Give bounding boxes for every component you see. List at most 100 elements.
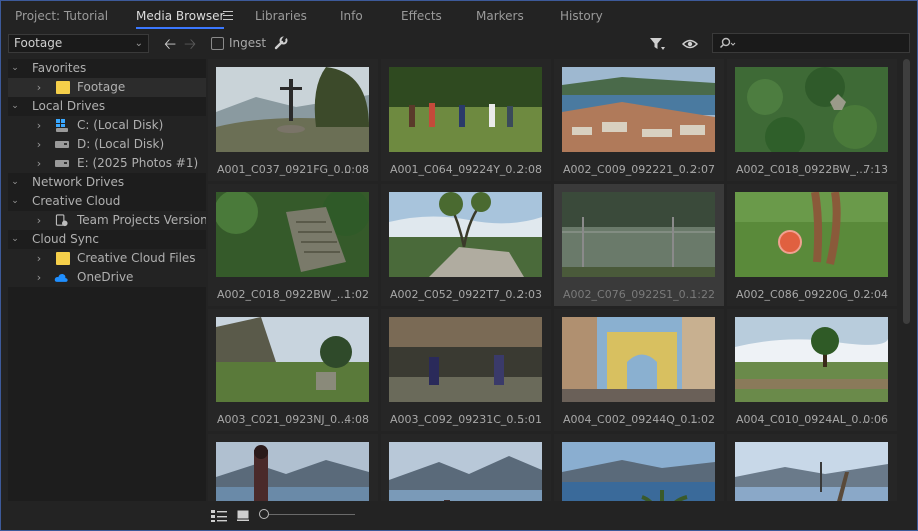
location-tree: ⌄ Favorites › Footage ⌄ Local Drives › C… [8, 59, 206, 501]
clip-preview-image[interactable] [735, 67, 888, 152]
tab-media-browser[interactable]: Media Browser [136, 1, 225, 31]
clip-thumbnail[interactable] [727, 434, 897, 501]
chevron-down-icon[interactable]: ⌄ [10, 173, 20, 192]
chevron-right-icon[interactable]: › [34, 249, 44, 268]
clip-preview-image[interactable] [389, 442, 542, 501]
chevron-down-icon[interactable]: ⌄ [10, 192, 20, 211]
clip-duration: 0:08 [344, 163, 369, 176]
tree-item-creative-cloud-files[interactable]: › Creative Cloud Files [8, 249, 206, 268]
tree-label: Team Projects Versions [77, 213, 206, 227]
chevron-right-icon[interactable]: › [34, 211, 44, 230]
windows-drive-icon [56, 119, 68, 132]
clip-preview-image[interactable] [216, 442, 369, 501]
clip-preview-image[interactable] [562, 192, 715, 277]
zoom-slider-handle[interactable] [259, 509, 269, 519]
clip-thumbnail[interactable]: A002_C018_0922BW_... 1:02 [208, 184, 378, 306]
clip-name: A001_C064_09224Y_0... [390, 163, 523, 176]
chevron-down-icon: ⌄ [134, 38, 143, 49]
tree-section-favorites[interactable]: ⌄ Favorites [8, 59, 206, 78]
tree-item-footage[interactable]: › Footage [8, 78, 206, 97]
clip-thumbnail[interactable]: A001_C037_0921FG_0... 0:08 [208, 59, 378, 181]
list-view-icon[interactable] [211, 510, 227, 522]
ingest-checkbox[interactable] [211, 37, 224, 50]
clip-name: A003_C092_09231C_0... [390, 413, 524, 426]
tree-item-e-drive[interactable]: › E: (2025 Photos #1) [8, 154, 206, 173]
tree-section-network-drives[interactable]: ⌄ Network Drives [8, 173, 206, 192]
tree-item-team-projects[interactable]: › Team Projects Versions [8, 211, 206, 230]
clip-thumbnail[interactable]: A002_C086_09220G_0... 2:04 [727, 184, 897, 306]
filter-icon[interactable] [649, 37, 665, 51]
tab-project[interactable]: Project: Tutorial [15, 1, 108, 31]
tree-section-local-drives[interactable]: ⌄ Local Drives [8, 97, 206, 116]
tree-label: OneDrive [77, 270, 134, 284]
forward-arrow-icon[interactable]: 🡢 [184, 34, 196, 54]
chevron-down-icon[interactable]: ⌄ [10, 59, 20, 78]
clip-thumbnail[interactable]: A002_C052_0922T7_0... 2:03 [381, 184, 551, 306]
clip-thumbnail[interactable]: A004_C002_09244Q_0... 1:02 [554, 309, 724, 431]
clip-thumbnail[interactable] [381, 434, 551, 501]
location-dropdown-value: Footage [14, 36, 63, 50]
chevron-right-icon[interactable]: › [34, 78, 44, 97]
icon-view-icon[interactable] [237, 510, 249, 521]
chevron-down-icon[interactable]: ⌄ [10, 230, 20, 249]
zoom-slider-track[interactable] [269, 514, 355, 515]
chevron-right-icon[interactable]: › [34, 154, 44, 173]
tree-item-c-drive[interactable]: › C: (Local Disk) [8, 116, 206, 135]
chevron-right-icon[interactable]: › [34, 268, 44, 287]
tree-section-cloud-sync[interactable]: ⌄ Cloud Sync [8, 230, 206, 249]
tab-libraries[interactable]: Libraries [255, 1, 307, 31]
tab-history[interactable]: History [560, 1, 603, 31]
tree-item-onedrive[interactable]: › OneDrive [8, 268, 206, 287]
location-dropdown[interactable]: Footage ⌄ [8, 34, 149, 53]
clip-preview-image[interactable] [735, 192, 888, 277]
search-input[interactable] [712, 33, 910, 53]
clip-preview-image[interactable] [216, 192, 369, 277]
clip-thumbnail[interactable]: A003_C092_09231C_0... 5:01 [381, 309, 551, 431]
clip-duration: 4:08 [344, 413, 369, 426]
search-icon [719, 37, 736, 49]
tree-label: Creative Cloud Files [77, 251, 196, 265]
tree-label: Creative Cloud [32, 194, 121, 208]
clip-name: A002_C009_092221_0... [563, 163, 697, 176]
clip-name: A002_C076_0922S1_0... [563, 288, 697, 301]
clip-name: A004_C010_0924AL_0... [736, 413, 869, 426]
clip-preview-image[interactable] [389, 317, 542, 402]
back-arrow-icon[interactable]: 🡠 [164, 34, 176, 54]
wrench-icon[interactable] [273, 35, 289, 51]
clip-duration: 1:02 [690, 413, 715, 426]
panel-menu-icon[interactable] [223, 11, 233, 21]
grid-scrollbar[interactable] [900, 59, 912, 501]
chevron-right-icon[interactable]: › [34, 135, 44, 154]
view-controls [1, 503, 917, 530]
clip-preview-image[interactable] [216, 67, 369, 152]
clip-preview-image[interactable] [389, 192, 542, 277]
clip-preview-image[interactable] [735, 317, 888, 402]
clip-preview-image[interactable] [216, 317, 369, 402]
tree-label: Cloud Sync [32, 232, 100, 246]
clip-preview-image[interactable] [562, 67, 715, 152]
clip-preview-image[interactable] [562, 442, 715, 501]
clip-name: A002_C052_0922T7_0... [390, 288, 523, 301]
clip-thumbnail[interactable] [208, 434, 378, 501]
clip-thumbnail[interactable]: A004_C010_0924AL_0... 0:06 [727, 309, 897, 431]
clip-thumbnail[interactable]: A003_C021_0923NJ_0... 4:08 [208, 309, 378, 431]
clip-thumbnail[interactable]: A002_C018_0922BW_... 7:13 [727, 59, 897, 181]
chevron-right-icon[interactable]: › [34, 116, 44, 135]
scrollbar-thumb[interactable] [903, 59, 910, 324]
tree-section-creative-cloud[interactable]: ⌄ Creative Cloud [8, 192, 206, 211]
clip-preview-image[interactable] [562, 317, 715, 402]
eye-icon[interactable] [682, 39, 698, 49]
tab-effects[interactable]: Effects [401, 1, 442, 31]
chevron-down-icon[interactable]: ⌄ [10, 97, 20, 116]
clip-name: A002_C086_09220G_0... [736, 288, 871, 301]
clip-duration: 1:22 [690, 288, 715, 301]
clip-thumbnail[interactable]: A002_C009_092221_0... 2:07 [554, 59, 724, 181]
tab-info[interactable]: Info [340, 1, 363, 31]
clip-preview-image[interactable] [389, 67, 542, 152]
tree-item-d-drive[interactable]: › D: (Local Disk) [8, 135, 206, 154]
clip-thumbnail[interactable] [554, 434, 724, 501]
clip-thumbnail[interactable]: A002_C076_0922S1_0... 1:22 [554, 184, 724, 306]
clip-thumbnail[interactable]: A001_C064_09224Y_0... 2:08 [381, 59, 551, 181]
clip-preview-image[interactable] [735, 442, 888, 501]
tab-markers[interactable]: Markers [476, 1, 524, 31]
